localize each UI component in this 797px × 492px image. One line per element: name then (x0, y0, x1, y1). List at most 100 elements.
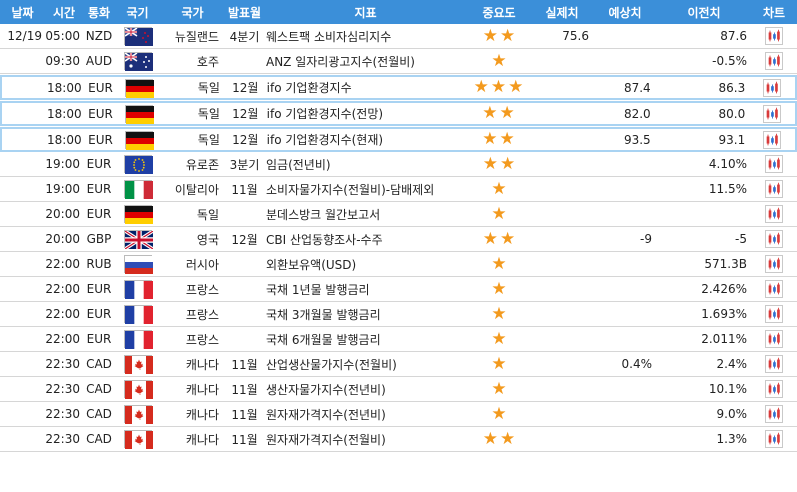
candlestick-chart-icon[interactable] (763, 130, 782, 149)
cell-country: 독일 (197, 133, 220, 147)
cell-chart (751, 152, 797, 176)
table-row[interactable]: 22:30 CAD 캐나다 11월 생산자물가지수(전년비) ★ 10.1% (0, 377, 797, 402)
cell-forecast (593, 402, 657, 426)
candlestick-chart-icon[interactable] (765, 230, 783, 248)
cell-time: 20:00 (45, 232, 80, 246)
cell-indicator[interactable]: 소비자물가지수(전월비)-담배제외 (264, 177, 467, 201)
cell-indicator[interactable]: 원자재가격지수(전년비) (264, 402, 467, 426)
cell-flag (116, 77, 161, 98)
nz-flag-icon (123, 27, 153, 46)
candlestick-chart-icon[interactable] (765, 430, 783, 448)
cell-period: 11월 (231, 432, 258, 447)
header-period[interactable]: 발표월 (225, 0, 264, 24)
candlestick-chart-icon[interactable] (765, 405, 783, 423)
table-row[interactable]: 22:30 CAD 캐나다 11월 원자재가격지수(전년비) ★ 9.0% (0, 402, 797, 427)
star-icon: ★ (500, 153, 516, 174)
candlestick-chart-icon[interactable] (763, 104, 782, 123)
cell-date (0, 49, 45, 73)
cell-previous: -0.5% (712, 54, 747, 68)
table-row[interactable]: 22:00 EUR 프랑스 국채 1년물 발행금리 ★ 2.426% (0, 277, 797, 302)
table-row[interactable]: 22:30 CAD 캐나다 11월 원자재가격지수(전월비) ★ ★ 1.3% (0, 427, 797, 452)
candlestick-chart-icon[interactable] (765, 155, 783, 173)
cell-flag (115, 152, 160, 176)
table-row[interactable]: 18:00 EUR 독일 12월 ifo 기업환경지수(현재) ★ ★ 93.5 93.1 (0, 127, 797, 152)
table-row[interactable]: 22:30 CAD 캐나다 11월 산업생산물가지수(전월비) ★ 0.4% 2.4% (0, 352, 797, 377)
cell-indicator[interactable]: 국채 3개월물 발행금리 (264, 302, 467, 326)
cell-indicator[interactable]: ifo 기업환경지수(전망) (265, 103, 467, 124)
cell-indicator[interactable]: CBI 산업동향조사-수주 (264, 227, 467, 251)
cell-indicator[interactable]: 생산자물가지수(전년비) (264, 377, 467, 401)
table-row[interactable]: 12/19 05:00 NZD 뉴질랜드 4분기 웨스트팩 소비자심리지수 ★ ★ 75.6 87… (0, 24, 797, 49)
star-icon: ★ (499, 129, 515, 149)
cell-indicator[interactable]: 국채 1년물 발행금리 (264, 277, 467, 301)
candlestick-chart-icon[interactable] (765, 305, 783, 323)
cell-importance: ★ ★ ★ (467, 77, 531, 98)
cell-indicator[interactable]: 외환보유액(USD) (264, 252, 467, 276)
cell-indicator[interactable]: ifo 기업환경지수 (265, 77, 467, 98)
cell-time: 18:00 (47, 132, 82, 147)
cell-previous (657, 202, 751, 226)
cell-indicator[interactable]: 원자재가격지수(전월비) (264, 427, 467, 451)
table-row[interactable]: 19:00 EUR 이탈리아 11월 소비자물가지수(전월비)-담배제외 ★ 11.5% (0, 177, 797, 202)
header-currency[interactable]: 통화 (83, 0, 115, 24)
gb-flag-icon (123, 229, 154, 251)
star-icon: ★ (482, 103, 498, 123)
cell-previous: 2.426% (701, 282, 747, 296)
cell-importance: ★ (467, 277, 531, 301)
cell-country: 캐나다 (185, 407, 219, 422)
cell-chart (749, 129, 795, 150)
header-country[interactable]: 국가 (160, 0, 225, 24)
table-row[interactable]: 09:30 AUD 호주 ANZ 일자리광고지수(전월비) ★ -0.5% (0, 49, 797, 74)
cell-time: 18:00 (47, 80, 82, 95)
cell-forecast (593, 49, 657, 73)
cell-indicator[interactable]: 분데스방크 월간보고서 (264, 202, 467, 226)
cell-indicator[interactable]: 임금(전년비) (264, 152, 467, 176)
table-row[interactable]: 22:00 EUR 프랑스 국채 6개월물 발행금리 ★ 2.011% (0, 327, 797, 352)
header-importance[interactable]: 중요도 (467, 0, 531, 24)
candlestick-chart-icon[interactable] (765, 205, 783, 223)
cell-indicator[interactable]: 산업생산물가지수(전월비) (264, 352, 467, 376)
candlestick-chart-icon[interactable] (763, 78, 782, 97)
cell-period (225, 49, 264, 73)
cell-chart (751, 202, 797, 226)
cell-chart (751, 252, 797, 276)
header-date[interactable]: 날짜 (0, 0, 45, 24)
candlestick-chart-icon[interactable] (765, 355, 783, 373)
cell-indicator[interactable]: ifo 기업환경지수(현재) (265, 129, 467, 150)
table-row[interactable]: 22:00 RUB 러시아 외환보유액(USD) ★ 571.3B (0, 252, 797, 277)
candlestick-chart-icon[interactable] (765, 52, 783, 70)
cell-indicator[interactable]: 웨스트팩 소비자심리지수 (264, 24, 467, 48)
candlestick-chart-icon[interactable] (765, 27, 783, 45)
cell-indicator[interactable]: ANZ 일자리광고지수(전월비) (264, 49, 467, 73)
cell-chart (751, 302, 797, 326)
cell-previous: 87.6 (720, 29, 747, 43)
star-icon: ★ (482, 428, 498, 449)
table-row[interactable]: 19:00 EUR 유로존 3분기 임금(전년비) ★ ★ 4.10% (0, 152, 797, 177)
cell-importance: ★ (467, 302, 531, 326)
candlestick-chart-icon[interactable] (765, 330, 783, 348)
table-row[interactable]: 20:00 GBP 영국 12월 CBI 산업동향조사-수주 ★ ★ -9 -5 (0, 227, 797, 252)
header-indicator[interactable]: 지표 (264, 0, 467, 24)
candlestick-chart-icon[interactable] (765, 255, 783, 273)
cell-time: 22:30 (45, 407, 80, 421)
candlestick-chart-icon[interactable] (765, 280, 783, 298)
cell-forecast (593, 427, 657, 451)
candlestick-chart-icon[interactable] (765, 180, 783, 198)
table-row[interactable]: 22:00 EUR 프랑스 국채 3개월물 발행금리 ★ 1.693% (0, 302, 797, 327)
cell-date (2, 103, 47, 124)
cell-date: 12/19 (7, 29, 42, 43)
cell-indicator[interactable]: 국채 6개월물 발행금리 (264, 327, 467, 351)
table-row[interactable]: 18:00 EUR 독일 12월 ifo 기업환경지수(전망) ★ ★ 82.0 80.0 (0, 101, 797, 126)
cell-period (225, 252, 264, 276)
star-icon: ★ (491, 50, 507, 71)
cell-previous: 4.10% (708, 157, 747, 171)
cell-currency: GBP (86, 232, 112, 246)
candlestick-chart-icon[interactable] (765, 380, 783, 398)
header-time[interactable]: 시간 (45, 0, 83, 24)
cell-actual (531, 227, 593, 251)
cell-date (0, 402, 45, 426)
cell-chart (749, 77, 795, 98)
table-row[interactable]: 18:00 EUR 독일 12월 ifo 기업환경지수 ★ ★ ★ 87.4 86.3 (0, 75, 797, 100)
table-row[interactable]: 20:00 EUR 독일 분데스방크 월간보고서 ★ (0, 202, 797, 227)
cell-actual (531, 377, 593, 401)
